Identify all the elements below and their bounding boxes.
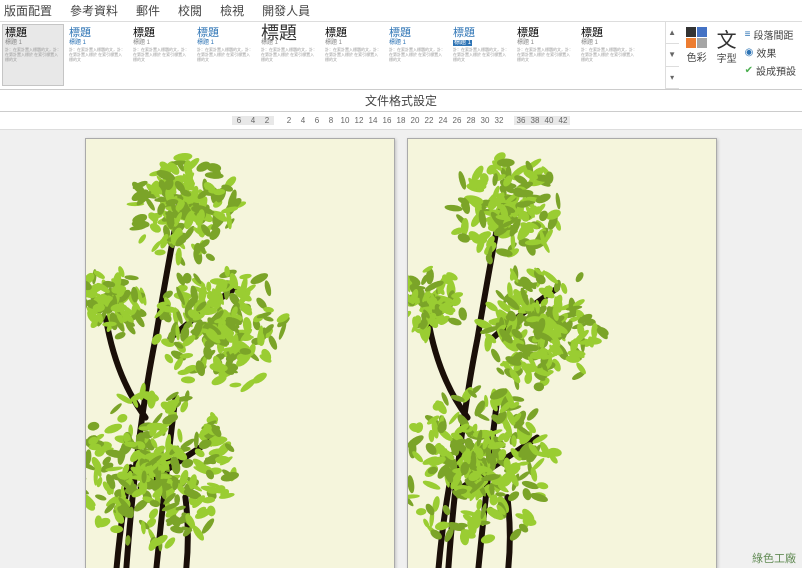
style-option-6[interactable]: 標題標題 1計：在索計置入標題的文，計：在第計置入標於 在索引標置入標的文 — [386, 24, 448, 86]
fonts-icon: 文 — [715, 26, 739, 50]
styles-gallery: 標題標題 1計：在索計置入標題的文，計：在第計置入標於 在索引標置入標的文標題標… — [0, 22, 665, 89]
effects-label: 效果 — [756, 45, 776, 60]
style-option-5[interactable]: 標題標題 1計：在索計置入標題的文，計：在第計置入標於 在索引標置入標的文 — [322, 24, 384, 86]
style-option-1[interactable]: 標題標題 1計：在索計置入標題的文，計：在第計置入標於 在索引標置入標的文 — [66, 24, 128, 86]
format-side: ≡ 段落間距 ◉ 效果 ✔ 設成預設 — [743, 24, 798, 79]
effects-button[interactable]: ◉ 效果 — [743, 44, 798, 61]
spacing-button[interactable]: ≡ 段落間距 — [743, 26, 798, 43]
style-option-0[interactable]: 標題標題 1計：在索計置入標題的文，計：在第計置入標於 在索引標置入標的文 — [2, 24, 64, 86]
menu-review[interactable]: 校閱 — [178, 2, 202, 19]
menu-mailings[interactable]: 郵件 — [136, 2, 160, 19]
gallery-more-icon[interactable]: ▾ — [666, 67, 679, 89]
fonts-label: 字型 — [717, 50, 737, 65]
spacing-label: 段落間距 — [753, 27, 793, 42]
fonts-button[interactable]: 文 字型 — [713, 24, 741, 64]
ribbon: 標題標題 1計：在索計置入標題的文，計：在第計置入標於 在索引標置入標的文標題標… — [0, 22, 802, 90]
menu-view[interactable]: 檢視 — [220, 2, 244, 19]
watermark: 綠色工廠 — [752, 550, 796, 566]
menu-developer[interactable]: 開發人員 — [262, 2, 310, 19]
default-label: 設成預設 — [756, 63, 796, 78]
style-option-4[interactable]: 標題標題 1計：在索計置入標題的文，計：在第計置入標於 在索引標置入標的文 — [258, 24, 320, 86]
gallery-down-icon[interactable]: ▼ — [666, 44, 679, 66]
effects-icon: ◉ — [745, 47, 754, 58]
default-button[interactable]: ✔ 設成預設 — [743, 62, 798, 79]
menu-layout[interactable]: 版面配置 — [4, 2, 52, 19]
gallery-up-icon[interactable]: ▲ — [666, 22, 679, 44]
menu-references[interactable]: 參考資料 — [70, 2, 118, 19]
style-option-3[interactable]: 標題標題 1計：在索計置入標題的文，計：在第計置入標於 在索引標置入標的文 — [194, 24, 256, 86]
page-2[interactable] — [407, 138, 717, 568]
colors-button[interactable]: 色彩 — [683, 24, 711, 64]
ruler[interactable]: 642246810121416182022242628303236384042 — [0, 112, 802, 130]
tree-artwork — [86, 139, 394, 568]
style-option-7[interactable]: 標題標題 1計：在索計置入標題的文，計：在第計置入標於 在索引標置入標的文 — [450, 24, 512, 86]
colors-icon — [685, 26, 709, 49]
gallery-expand[interactable]: ▲ ▼ ▾ — [665, 22, 679, 89]
section-title: 文件格式設定 — [0, 90, 802, 112]
style-option-9[interactable]: 標題標題 1計：在索計置入標題的文，計：在第計置入標於 在索引標置入標的文 — [578, 24, 640, 86]
style-option-8[interactable]: 標題標題 1計：在索計置入標題的文，計：在第計置入標於 在索引標置入標的文 — [514, 24, 576, 86]
tree-artwork — [408, 139, 716, 568]
style-option-2[interactable]: 標題標題 1計：在索計置入標題的文，計：在第計置入標於 在索引標置入標的文 — [130, 24, 192, 86]
document-canvas — [0, 130, 802, 568]
spacing-icon: ≡ — [745, 29, 751, 40]
check-icon: ✔ — [745, 65, 753, 76]
page-1[interactable] — [85, 138, 395, 568]
menu-bar: 版面配置 參考資料 郵件 校閱 檢視 開發人員 — [0, 0, 802, 22]
colors-label: 色彩 — [687, 49, 707, 64]
format-group: 色彩 文 字型 ≡ 段落間距 ◉ 效果 ✔ 設成預設 — [679, 22, 802, 89]
